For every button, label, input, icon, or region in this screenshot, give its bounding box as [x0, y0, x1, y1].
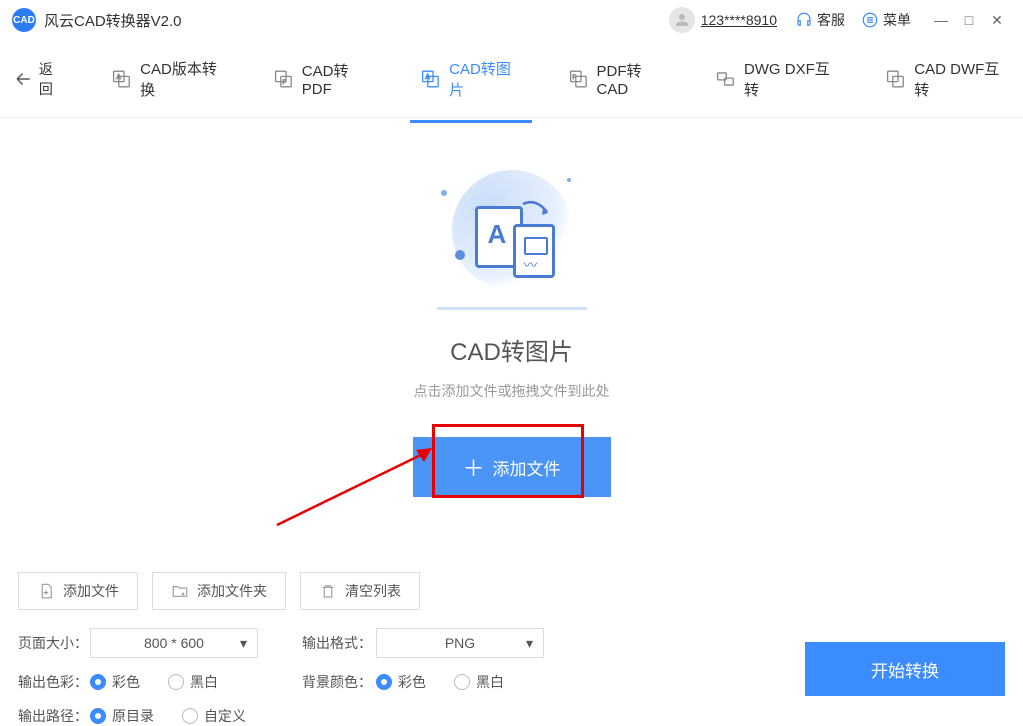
tab-pdf-cad[interactable]: P PDF转CAD	[568, 38, 669, 120]
main-dropzone[interactable]: CAD转图片 点击添加文件或拖拽文件到此处 ＋ 添加文件	[0, 118, 1023, 558]
user-id[interactable]: 123****8910	[701, 12, 777, 28]
convert-icon: A	[111, 68, 132, 90]
add-file-button[interactable]: ＋ 添加文件	[413, 437, 611, 497]
output-format-label: 输出格式：	[302, 633, 376, 653]
menu-button[interactable]: 菜单	[861, 10, 911, 30]
main-subtitle: 点击添加文件或拖拽文件到此处	[414, 381, 610, 401]
tab-cad-dwf[interactable]: CAD DWF互转	[885, 36, 1009, 122]
tab-cad-pdf[interactable]: P CAD转PDF	[273, 38, 374, 120]
minimize-button[interactable]: —	[927, 6, 955, 34]
add-file-small-button[interactable]: 添加文件	[18, 572, 138, 610]
back-button[interactable]: 返回	[14, 59, 65, 99]
radio-path-original[interactable]: 原目录	[90, 706, 154, 726]
radio-bg-bw[interactable]: 黑白	[454, 672, 504, 692]
plus-icon: ＋	[462, 451, 484, 483]
chevron-down-icon: ▾	[526, 635, 533, 652]
page-size-select[interactable]: 800 * 600 ▾	[90, 628, 258, 658]
support-button[interactable]: 客服	[795, 10, 845, 30]
svg-text:P: P	[283, 80, 287, 86]
svg-text:A: A	[117, 74, 122, 81]
menu-icon	[861, 11, 879, 29]
output-format-select[interactable]: PNG ▾	[376, 628, 544, 658]
radio-color-bw[interactable]: 黑白	[168, 672, 218, 692]
convert-icon: A	[420, 68, 441, 90]
tab-dwg-dxf[interactable]: DWG DXF互转	[715, 36, 839, 122]
add-folder-button[interactable]: 添加文件夹	[152, 572, 286, 610]
avatar-icon[interactable]	[669, 7, 695, 33]
convert-icon: P	[568, 68, 589, 90]
file-plus-icon	[37, 582, 55, 600]
convert-icon	[885, 68, 906, 90]
convert-icon	[715, 68, 736, 90]
close-button[interactable]: ✕	[983, 6, 1011, 34]
bottom-panel: 添加文件 添加文件夹 清空列表 页面大小： 800 * 600 ▾ 输出格式： …	[0, 558, 1023, 726]
radio-path-custom[interactable]: 自定义	[182, 706, 246, 726]
chevron-down-icon: ▾	[240, 635, 247, 652]
convert-icon: P	[273, 68, 294, 90]
convert-button[interactable]: 开始转换	[805, 642, 1005, 696]
svg-text:P: P	[572, 75, 576, 81]
tab-cad-version[interactable]: A CAD版本转换	[111, 36, 227, 122]
output-color-label: 输出色彩：	[18, 672, 90, 692]
svg-text:A: A	[426, 74, 431, 81]
radio-color-color[interactable]: 彩色	[90, 672, 140, 692]
clear-list-button[interactable]: 清空列表	[300, 572, 420, 610]
trash-icon	[319, 582, 337, 600]
titlebar: CAD 风云CAD转换器V2.0 123****8910 客服 菜单 — □ ✕	[0, 0, 1023, 40]
app-title: 风云CAD转换器V2.0	[44, 10, 182, 31]
maximize-button[interactable]: □	[955, 6, 983, 34]
bg-color-label: 背景颜色：	[302, 672, 376, 692]
headset-icon	[795, 11, 813, 29]
back-arrow-icon	[14, 69, 33, 89]
radio-bg-color[interactable]: 彩色	[376, 672, 426, 692]
output-path-label: 输出路径：	[18, 706, 90, 726]
tabbar: 返回 A CAD版本转换 P CAD转PDF A CAD转图片 P PDF转CA…	[0, 40, 1023, 118]
folder-plus-icon	[171, 582, 189, 600]
app-logo: CAD	[12, 8, 36, 32]
illustration	[427, 160, 597, 310]
page-size-label: 页面大小：	[18, 633, 90, 653]
tab-cad-image[interactable]: A CAD转图片	[420, 36, 521, 122]
main-title: CAD转图片	[450, 332, 573, 367]
